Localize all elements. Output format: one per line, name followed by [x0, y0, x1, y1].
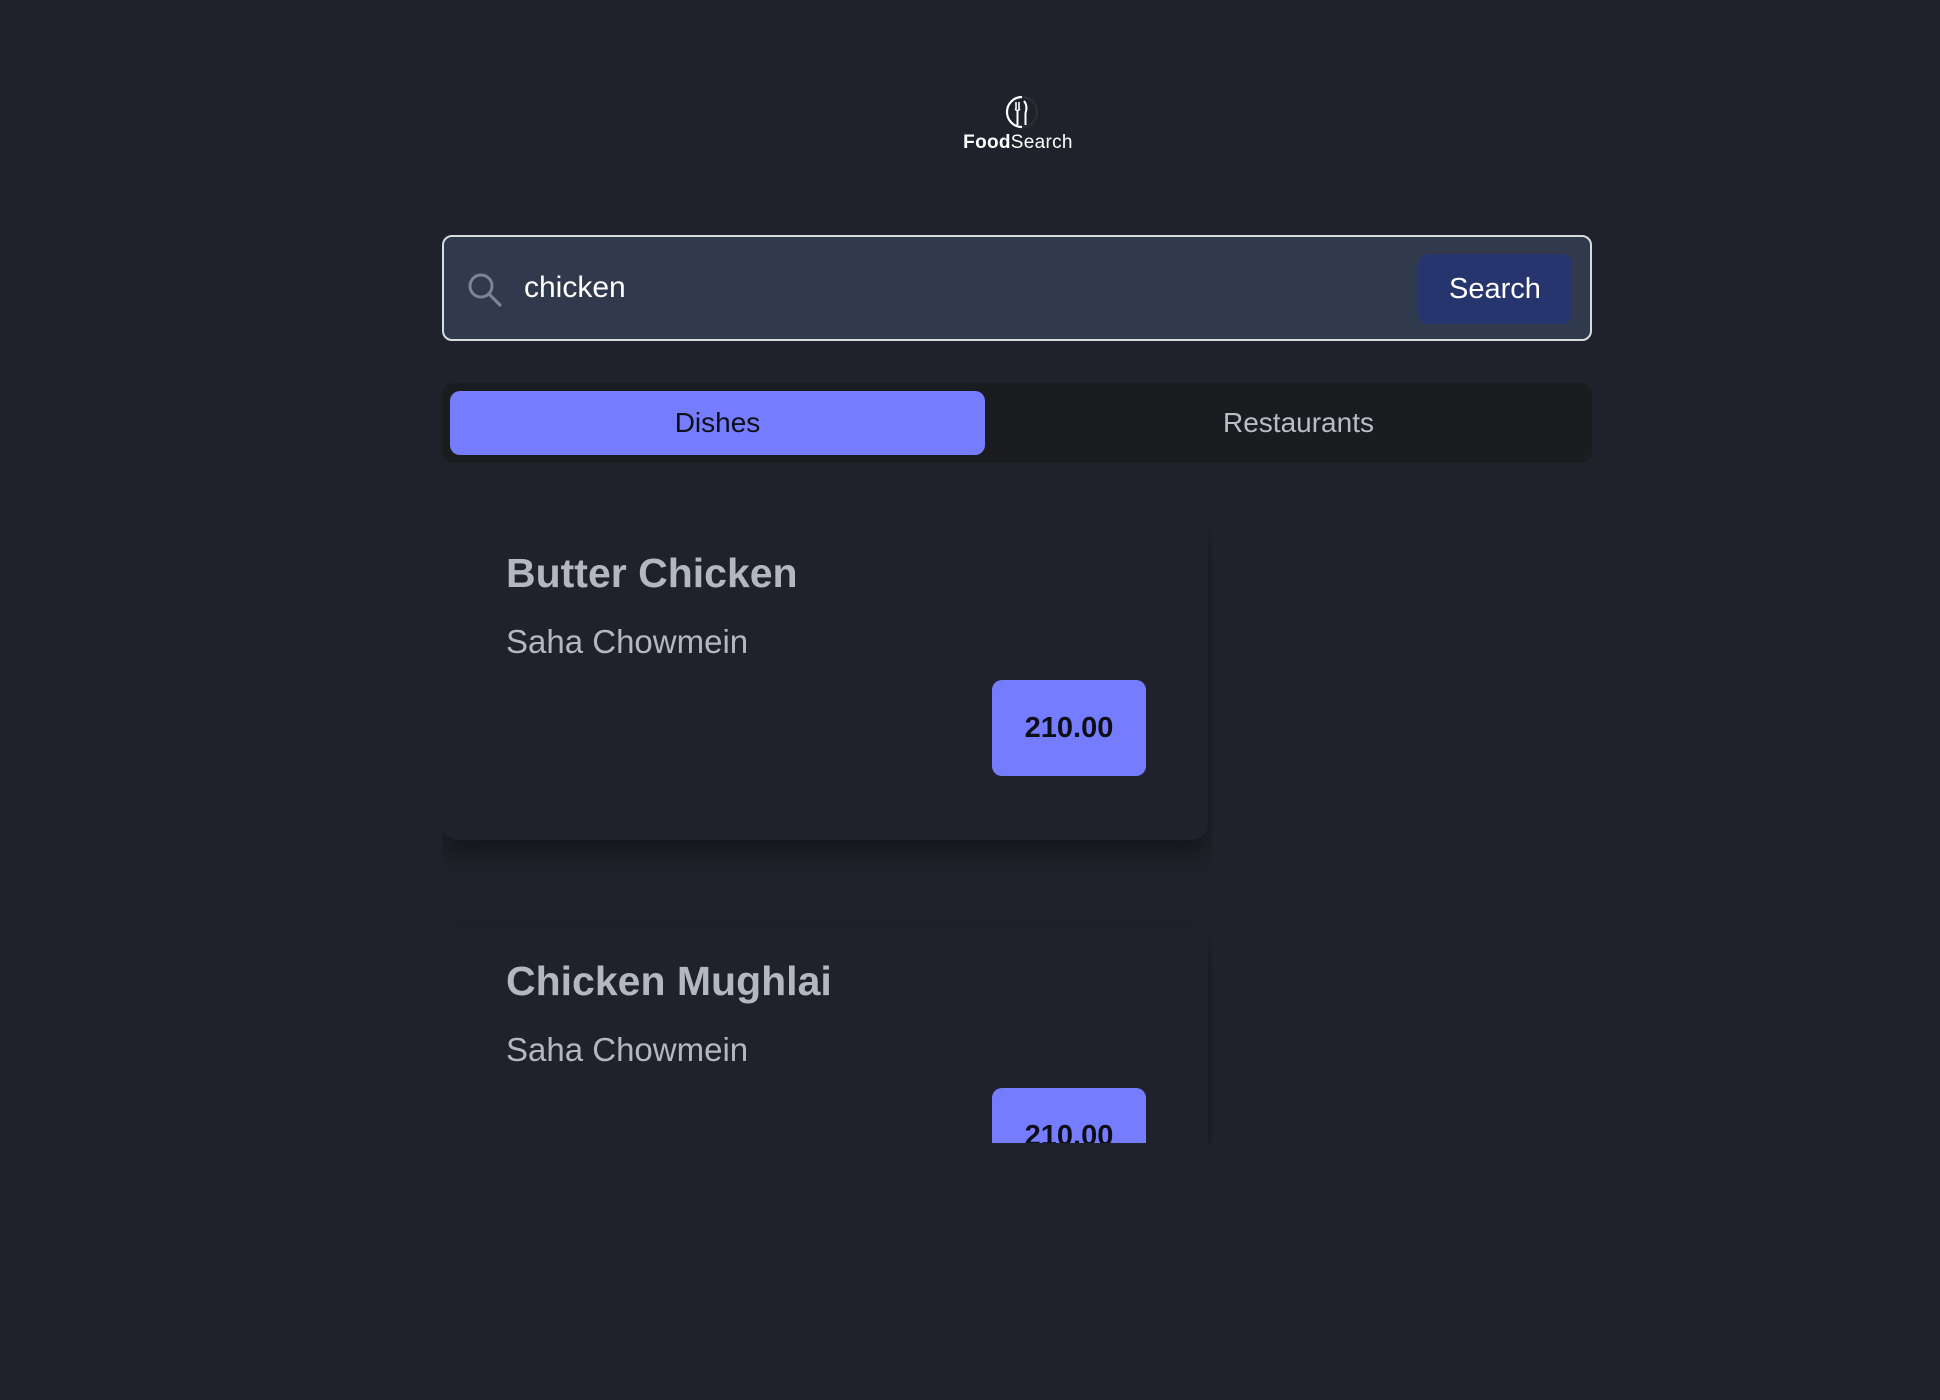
search-icon	[468, 273, 502, 307]
search-bar: Search	[442, 235, 1592, 341]
search-button[interactable]: Search	[1418, 254, 1572, 324]
dish-card[interactable]: Butter Chicken Saha Chowmein 210.00	[442, 520, 1208, 840]
result-type-tabs: Dishes Restaurants	[442, 383, 1592, 463]
brand-logo[interactable]: FoodSearch	[962, 92, 1074, 154]
search-input[interactable]	[524, 257, 1324, 319]
tab-dishes[interactable]: Dishes	[450, 391, 985, 455]
brand-name: FoodSearch	[962, 132, 1074, 154]
dish-card[interactable]: Chicken Mughlai Saha Chowmein 210.00	[442, 928, 1208, 1143]
dish-name: Butter Chicken	[506, 550, 798, 596]
dish-name: Chicken Mughlai	[506, 958, 832, 1004]
fork-knife-logo-icon	[1005, 95, 1038, 129]
brand-name-bold: Food	[963, 132, 1011, 153]
restaurant-name: Saha Chowmein	[506, 623, 749, 660]
results-list[interactable]: Butter Chicken Saha Chowmein 210.00 Chic…	[442, 520, 1212, 1143]
brand-name-regular: Search	[1010, 132, 1073, 153]
price-badge: 210.00	[992, 1088, 1146, 1143]
tab-restaurants[interactable]: Restaurants	[1013, 391, 1584, 455]
price-badge: 210.00	[992, 680, 1146, 776]
restaurant-name: Saha Chowmein	[506, 1031, 749, 1068]
